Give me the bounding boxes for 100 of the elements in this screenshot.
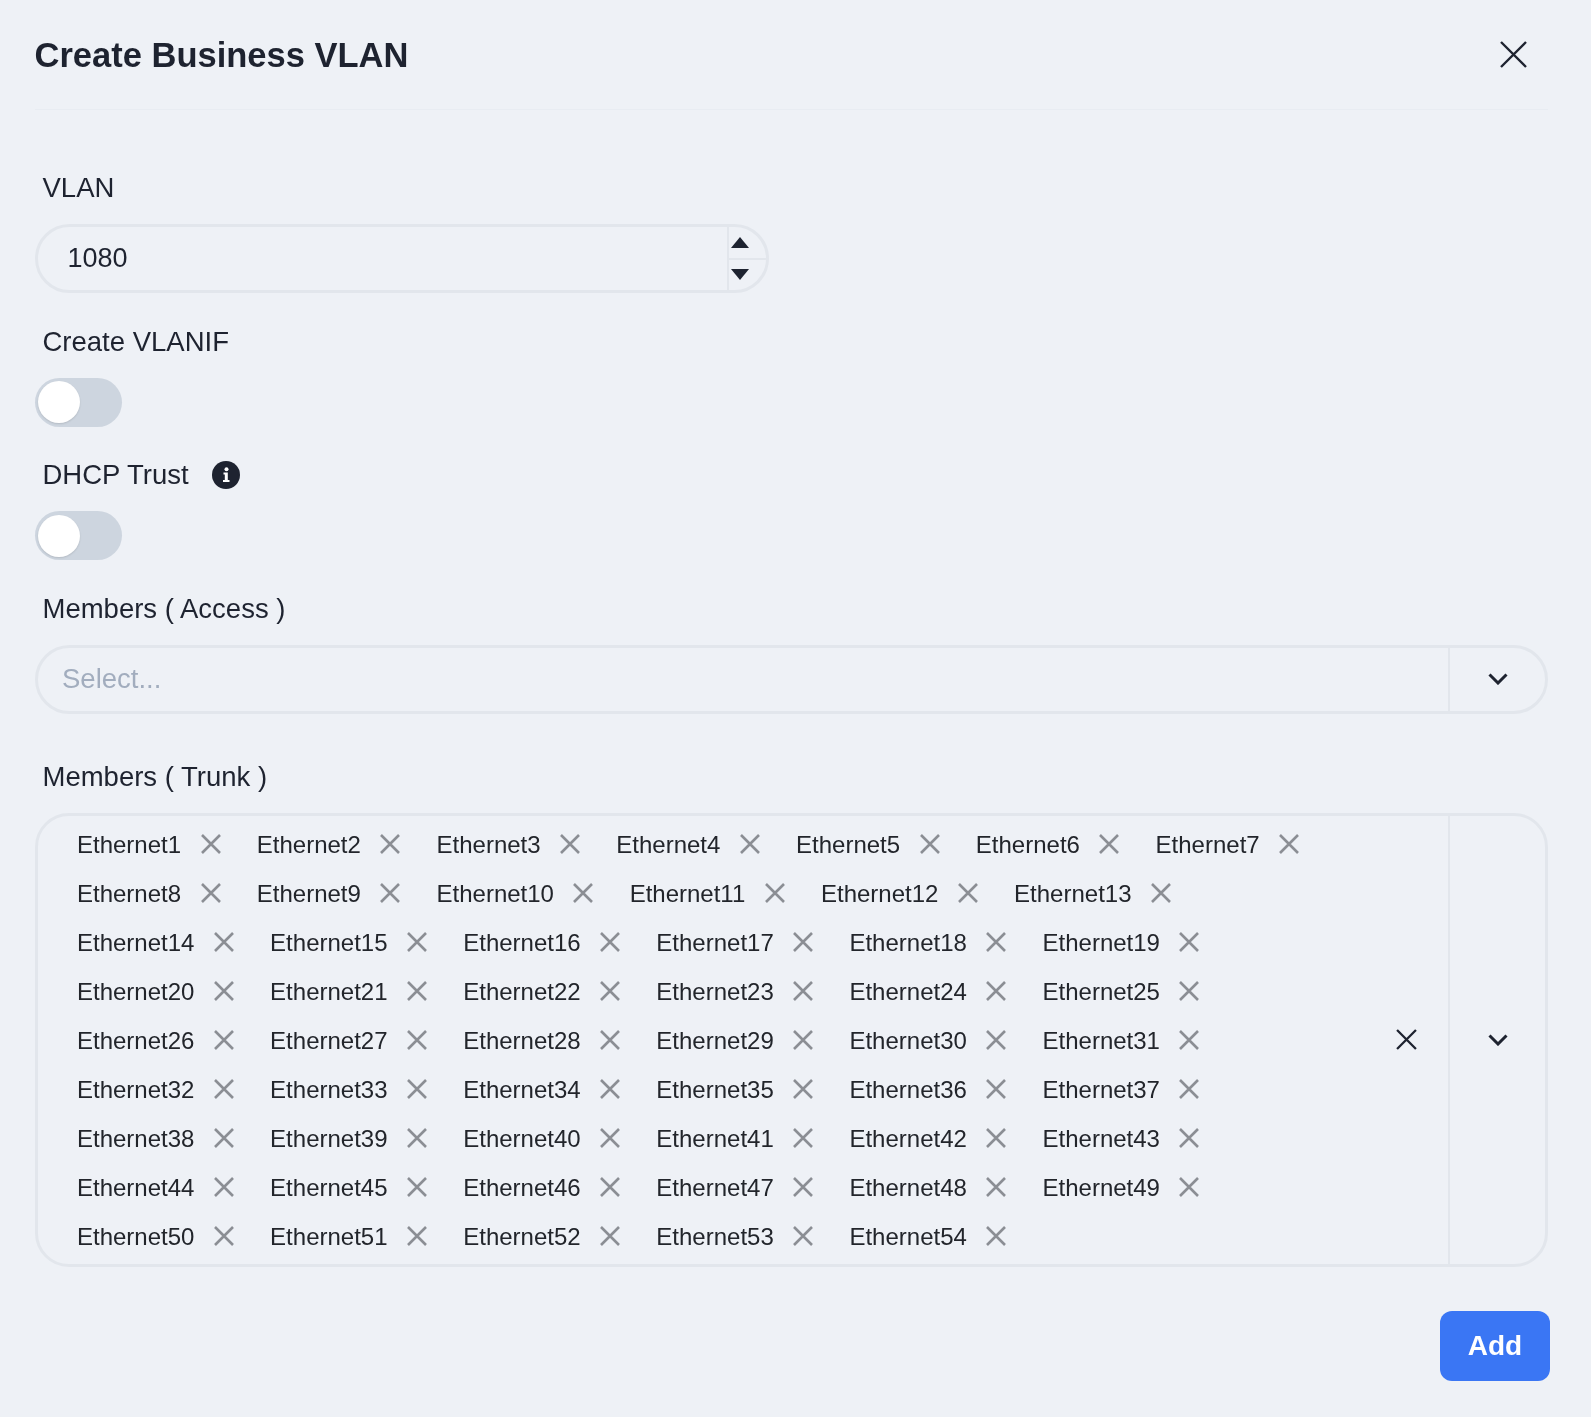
x-icon[interactable]	[407, 1177, 428, 1197]
tag-label: Ethernet32	[77, 1074, 195, 1105]
x-icon[interactable]	[407, 932, 428, 952]
x-icon[interactable]	[213, 1177, 234, 1197]
x-icon[interactable]	[793, 932, 814, 952]
tag-label: Ethernet18	[849, 927, 967, 958]
x-icon[interactable]	[957, 883, 978, 903]
tag-label: Ethernet38	[77, 1123, 195, 1154]
toggle-switch[interactable]	[34, 377, 122, 427]
x-icon[interactable]	[1179, 1079, 1200, 1099]
tag-label: Ethernet46	[463, 1172, 581, 1203]
tag-label: Ethernet12	[820, 878, 939, 909]
x-icon[interactable]	[407, 1128, 428, 1148]
tag-label: Ethernet8	[77, 878, 182, 909]
x-icon[interactable]	[600, 1226, 621, 1246]
x-icon[interactable]	[600, 1079, 621, 1099]
x-icon[interactable]	[600, 1030, 621, 1050]
x-icon[interactable]	[793, 1128, 814, 1148]
x-icon[interactable]	[986, 1079, 1007, 1099]
x-icon[interactable]	[213, 981, 234, 1001]
x-icon[interactable]	[600, 932, 621, 952]
x-icon[interactable]	[986, 1177, 1007, 1197]
tag-label: Ethernet22	[463, 976, 581, 1007]
tag-label: Ethernet24	[849, 976, 967, 1007]
x-icon[interactable]	[793, 1226, 814, 1246]
x-icon[interactable]	[764, 883, 785, 903]
tag-label: Ethernet6	[975, 829, 1080, 860]
close-button[interactable]	[1500, 41, 1527, 68]
tag-label: Ethernet23	[656, 976, 774, 1007]
tag-label: Ethernet47	[656, 1172, 774, 1203]
x-icon[interactable]	[986, 932, 1007, 952]
field-label: Members ( Trunk )	[42, 760, 268, 793]
x-icon[interactable]	[380, 883, 401, 903]
tag-label: Ethernet41	[656, 1123, 774, 1154]
x-icon[interactable]	[560, 834, 581, 854]
x-icon[interactable]	[213, 1030, 234, 1050]
x-icon[interactable]	[1179, 1128, 1200, 1148]
x-icon[interactable]	[793, 1079, 814, 1099]
tag-label: Ethernet5	[796, 829, 901, 860]
x-icon[interactable]	[1179, 932, 1200, 952]
x-icon[interactable]	[573, 883, 594, 903]
tag-label: Ethernet15	[270, 927, 388, 958]
x-icon[interactable]	[600, 1128, 621, 1148]
x-icon[interactable]	[213, 932, 234, 952]
tag-label: Ethernet20	[77, 976, 195, 1007]
chevron-down-icon	[1487, 673, 1508, 685]
x-icon[interactable]	[986, 981, 1007, 1001]
x-icon[interactable]	[600, 1177, 621, 1197]
number-input[interactable]: 1080	[34, 224, 769, 293]
x-icon[interactable]	[380, 834, 401, 854]
x-icon[interactable]	[407, 981, 428, 1001]
tag-label: Ethernet31	[1042, 1025, 1160, 1056]
x-icon[interactable]	[986, 1128, 1007, 1148]
x-icon[interactable]	[213, 1128, 234, 1148]
caret-up-icon	[731, 236, 749, 248]
multi-select-field[interactable]	[34, 812, 1548, 1267]
x-icon[interactable]	[793, 1177, 814, 1197]
tag-label: Ethernet25	[1042, 976, 1160, 1007]
x-icon[interactable]	[600, 981, 621, 1001]
x-icon[interactable]	[1179, 1177, 1200, 1197]
tag-label: Ethernet9	[256, 878, 361, 909]
x-icon[interactable]	[407, 1226, 428, 1246]
tag-label: Ethernet49	[1042, 1172, 1160, 1203]
x-icon[interactable]	[200, 883, 221, 903]
tag-label: Ethernet4	[616, 829, 721, 860]
chevron-down-icon	[1487, 1033, 1508, 1046]
x-icon[interactable]	[986, 1030, 1007, 1050]
dialog-title: Create Business VLAN	[34, 34, 409, 76]
x-icon[interactable]	[1279, 834, 1300, 854]
x-icon[interactable]	[793, 981, 814, 1001]
tag-label: Ethernet44	[77, 1172, 195, 1203]
field-label: Members ( Access )	[42, 592, 286, 625]
x-icon[interactable]	[213, 1079, 234, 1099]
close-icon	[1500, 41, 1527, 68]
x-icon[interactable]	[1151, 883, 1171, 903]
x-icon[interactable]	[793, 1030, 814, 1050]
x-icon[interactable]	[1179, 981, 1200, 1001]
x-icon[interactable]	[919, 834, 940, 854]
x-icon[interactable]	[213, 1226, 234, 1246]
x-icon[interactable]	[739, 834, 760, 854]
toggle-switch[interactable]	[34, 511, 122, 560]
x-icon[interactable]	[1099, 834, 1120, 854]
tag-label: Ethernet40	[463, 1123, 581, 1154]
x-icon[interactable]	[986, 1226, 1007, 1246]
tag-label: Ethernet16	[463, 927, 581, 958]
tag-label: Ethernet10	[436, 878, 554, 909]
clear-icon[interactable]	[1396, 1029, 1417, 1050]
tag-label: Ethernet2	[256, 829, 361, 860]
tag-label: Ethernet54	[849, 1221, 967, 1252]
tag-label: Ethernet50	[77, 1221, 195, 1252]
tag-label: Ethernet21	[270, 976, 388, 1007]
tag-label: Ethernet13	[1014, 878, 1132, 909]
tag-label: Ethernet36	[849, 1074, 967, 1105]
tag-label: Ethernet11	[629, 878, 746, 909]
x-icon[interactable]	[1179, 1030, 1200, 1050]
tag-label: Ethernet14	[77, 927, 195, 958]
add-button[interactable]: Add	[1440, 1310, 1550, 1381]
x-icon[interactable]	[407, 1079, 428, 1099]
x-icon[interactable]	[200, 834, 221, 854]
x-icon[interactable]	[407, 1030, 428, 1050]
